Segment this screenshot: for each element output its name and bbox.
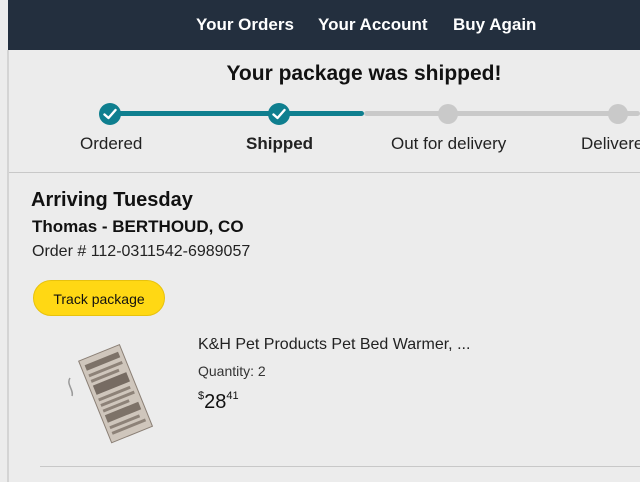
- product-thumbnail[interactable]: [60, 340, 170, 450]
- step-ordered-check-icon: [99, 103, 121, 125]
- step-shipped-check-icon: [268, 103, 290, 125]
- arrival-date: Arriving Tuesday: [31, 189, 193, 211]
- product-title-link[interactable]: K&H Pet Products Pet Bed Warmer, ...: [198, 336, 470, 354]
- step-label-delivered: Delivered: [581, 134, 640, 153]
- ship-to-name: Thomas - BERTHOUD, CO: [32, 217, 244, 236]
- product-quantity: Quantity: 2: [198, 363, 266, 379]
- step-label-shipped: Shipped: [246, 134, 314, 153]
- step-label-out-for-delivery: Out for delivery: [391, 134, 507, 153]
- price-fraction: 41: [226, 390, 239, 402]
- bottom-divider: [40, 466, 640, 467]
- shipment-status-headline: Your package was shipped!: [226, 62, 502, 85]
- price-currency: $: [198, 390, 205, 402]
- nav-buy-again[interactable]: Buy Again: [453, 15, 536, 35]
- step-out-for-delivery-dot-icon: [438, 104, 458, 124]
- section-divider: [9, 172, 640, 173]
- step-label-ordered: Ordered: [80, 134, 143, 153]
- track-package-button[interactable]: Track package: [33, 280, 165, 316]
- nav-your-account[interactable]: Your Account: [318, 15, 428, 35]
- progress-line-remaining: [364, 111, 640, 116]
- progress-line-completed: [110, 111, 364, 116]
- product-price: $2841: [198, 390, 239, 414]
- nav-your-orders[interactable]: Your Orders: [196, 15, 294, 35]
- order-number: Order # 112-0311542-6989057: [32, 243, 251, 260]
- top-nav-bar: Your Orders Your Account Buy Again: [8, 0, 640, 50]
- step-delivered-dot-icon: [608, 104, 628, 124]
- price-whole: 28: [204, 391, 227, 413]
- panel-border: [7, 50, 9, 482]
